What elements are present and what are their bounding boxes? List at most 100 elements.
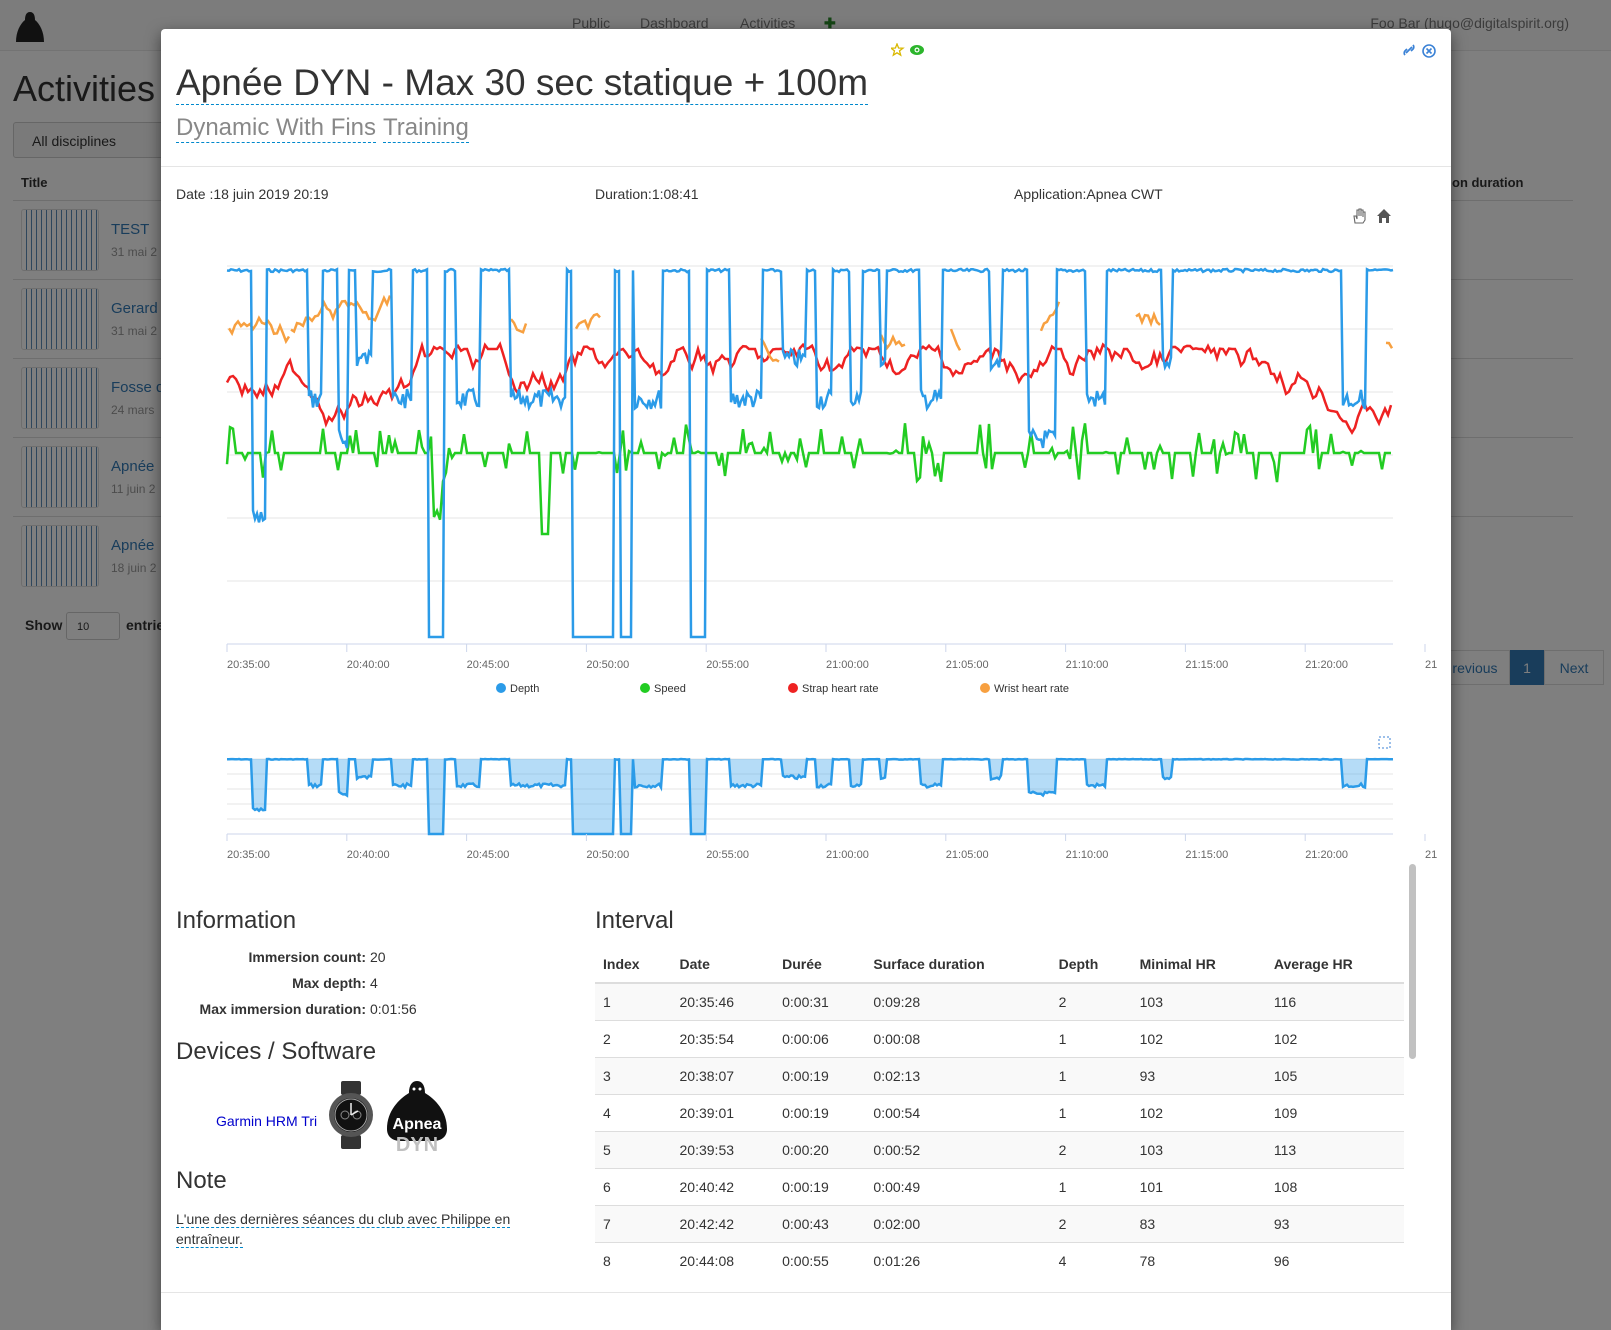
interval-cell: 113 <box>1265 1131 1404 1169</box>
interval-cell: 0:01:26 <box>865 1242 1051 1279</box>
interval-row[interactable]: 5 20:39:53 0:00:20 0:00:52 2 103 113 <box>595 1131 1404 1169</box>
legend-marker <box>788 683 798 693</box>
column-header[interactable]: Depth <box>1050 946 1132 984</box>
modal-actions <box>1403 43 1437 64</box>
interval-row[interactable]: 4 20:39:01 0:00:19 0:00:54 1 102 109 <box>595 1094 1404 1132</box>
legend-label: Depth <box>510 683 539 695</box>
link-icon[interactable] <box>1403 44 1415 56</box>
x-tick-label: 20:55:00 <box>706 659 749 671</box>
main-chart[interactable]: 20:35:00 20:40:00 20:45:00 20:50:00 20:55:00… <box>161 224 1451 714</box>
interval-cell: 103 <box>1131 982 1266 1021</box>
interval-cell: 7 <box>595 1205 672 1243</box>
interval-cell: 103 <box>1131 1131 1266 1169</box>
interval-cell: 4 <box>595 1094 672 1132</box>
modal-scrollbar[interactable] <box>1409 864 1416 1059</box>
interval-row[interactable]: 1 20:35:46 0:00:31 0:09:28 2 103 116 <box>595 982 1404 1021</box>
date-label: Date : <box>176 186 214 202</box>
interval-row[interactable]: 6 20:40:42 0:00:19 0:00:49 1 101 108 <box>595 1168 1404 1206</box>
series-wrist-hr-line[interactable] <box>949 328 962 351</box>
series-wrist-hr-line[interactable] <box>1385 341 1394 349</box>
nav-x-tick-label: 20:50:00 <box>586 849 629 859</box>
series-wrist-hr-line[interactable] <box>227 315 291 345</box>
interval-cell: 0:00:19 <box>774 1094 866 1132</box>
note-text[interactable]: L'une des dernières séances du club avec… <box>176 1209 536 1249</box>
header-divider <box>161 166 1451 167</box>
interval-cell: 93 <box>1131 1057 1266 1095</box>
x-tick-label: 21:15:00 <box>1185 659 1228 671</box>
legend-marker <box>496 683 506 693</box>
interval-cell: 8 <box>595 1242 672 1279</box>
activity-title[interactable]: Apnée DYN - Max 30 sec statique + 100m <box>176 62 869 105</box>
nav-x-tick-label: 20:45:00 <box>467 849 510 859</box>
legend-marker <box>980 683 990 693</box>
interval-cell: 20:39:53 <box>671 1131 775 1169</box>
info-label: Max depth: <box>292 975 366 991</box>
application-label: Application: <box>1014 186 1087 202</box>
series-strap-hr-line[interactable] <box>225 340 1393 436</box>
home-reset-icon[interactable] <box>1377 209 1391 223</box>
interval-cell: 102 <box>1131 1094 1266 1132</box>
interval-cell: 2 <box>595 1020 672 1058</box>
activity-category[interactable]: Training <box>383 114 469 143</box>
interval-cell: 0:00:49 <box>865 1168 1051 1206</box>
interval-row[interactable]: 8 20:44:08 0:00:55 0:01:26 4 78 96 <box>595 1242 1404 1279</box>
legend-item[interactable]: Wrist heart rate <box>980 683 1069 695</box>
interval-cell: 116 <box>1265 982 1404 1021</box>
legend-item[interactable]: Strap heart rate <box>788 683 878 695</box>
interval-row[interactable]: 7 20:42:42 0:00:43 0:02:00 2 83 93 <box>595 1205 1404 1243</box>
activity-modal: Apnée DYN - Max 30 sec statique + 100m D… <box>161 29 1451 1330</box>
interval-cell: 0:02:00 <box>865 1205 1051 1243</box>
navigator-chart[interactable]: 20:35:00 20:40:00 20:45:00 20:50:00 20:55:00… <box>161 719 1451 859</box>
interval-cell: 0:00:54 <box>865 1094 1051 1132</box>
device-link-garmin[interactable]: Garmin HRM Tri <box>216 1113 317 1129</box>
legend-item[interactable]: Depth <box>496 683 539 695</box>
close-icon[interactable] <box>1422 44 1436 58</box>
eye-icon[interactable] <box>910 45 924 55</box>
interval-cell: 0:02:13 <box>865 1057 1051 1095</box>
x-tick-label: 21 <box>1425 659 1437 671</box>
column-header[interactable]: Durée <box>774 946 866 984</box>
interval-cell: 0:00:31 <box>774 982 866 1021</box>
select-zoom-icon[interactable] <box>1378 736 1391 749</box>
column-header[interactable]: Index <box>595 946 672 984</box>
footer-divider <box>161 1292 1451 1293</box>
interval-cell: 83 <box>1131 1205 1266 1243</box>
interval-cell: 4 <box>1050 1242 1132 1279</box>
interval-cell: 2 <box>1050 1131 1132 1169</box>
x-tick-label: 20:40:00 <box>347 659 390 671</box>
duration-value: 1:08:41 <box>651 186 699 202</box>
interval-cell: 78 <box>1131 1242 1266 1279</box>
dyn-logo-text: DYN <box>396 1134 438 1153</box>
series-wrist-hr-line[interactable] <box>510 318 528 334</box>
watch-icon <box>329 1081 373 1149</box>
nav-x-tick-label: 20:35:00 <box>227 849 270 859</box>
interval-row[interactable]: 3 20:38:07 0:00:19 0:02:13 1 93 105 <box>595 1057 1404 1095</box>
interval-cell: 1 <box>1050 1057 1132 1095</box>
interval-cell: 1 <box>1050 1168 1132 1206</box>
interval-cell: 5 <box>595 1131 672 1169</box>
legend-item[interactable]: Speed <box>640 683 686 695</box>
column-header[interactable]: Date <box>671 946 775 984</box>
column-header[interactable]: Average HR <box>1265 946 1404 984</box>
activity-discipline[interactable]: Dynamic With Fins <box>176 114 377 143</box>
series-wrist-hr-line[interactable] <box>1135 310 1161 328</box>
info-value: 4 <box>370 975 378 991</box>
series-wrist-hr-line[interactable] <box>574 312 601 332</box>
x-tick-label: 21:20:00 <box>1305 659 1348 671</box>
pan-hand-icon[interactable] <box>1353 208 1366 224</box>
column-header[interactable]: Surface duration <box>865 946 1051 984</box>
series-speed-line[interactable] <box>225 423 1391 536</box>
legend-label: Wrist heart rate <box>994 683 1069 695</box>
interval-row[interactable]: 2 20:35:54 0:00:06 0:00:08 1 102 102 <box>595 1020 1404 1058</box>
nav-x-tick-label: 20:40:00 <box>347 849 390 859</box>
info-value: 20 <box>370 949 386 965</box>
note-content[interactable]: L'une des dernières séances du club avec… <box>176 1211 511 1248</box>
legend-label: Strap heart rate <box>802 683 878 695</box>
interval-header-row: Index Date Durée Surface duration Depth Minim… <box>595 946 1404 984</box>
interval-cell: 0:00:20 <box>774 1131 866 1169</box>
interval-cell: 0:00:19 <box>774 1168 866 1206</box>
series-wrist-hr-line[interactable] <box>290 294 392 334</box>
nav-x-tick-label: 21 <box>1425 849 1437 859</box>
column-header[interactable]: Minimal HR <box>1131 946 1266 984</box>
star-icon[interactable] <box>889 42 905 57</box>
